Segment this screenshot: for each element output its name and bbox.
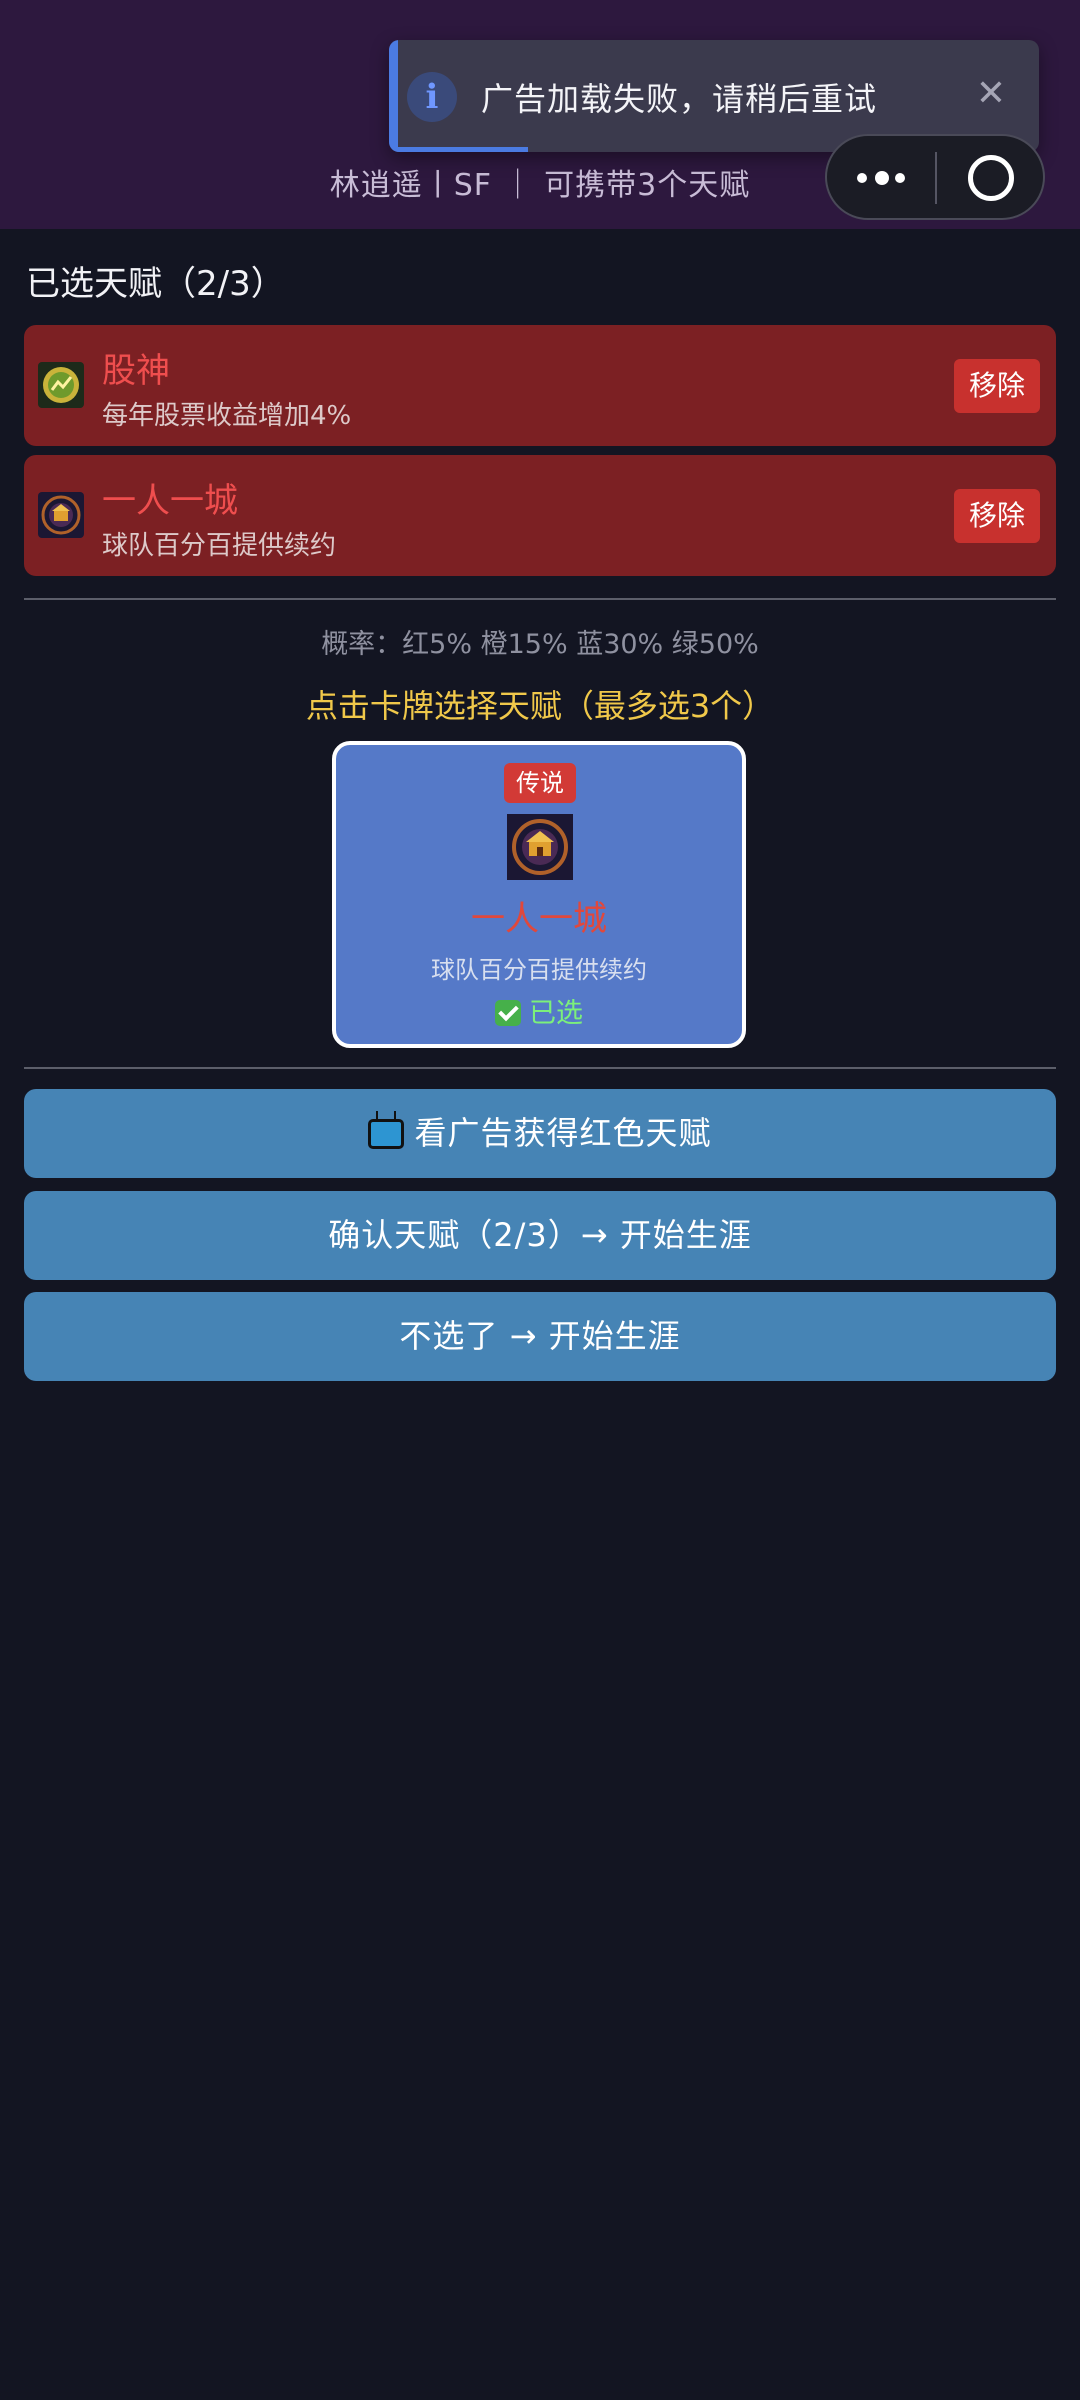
mini-program-capsule xyxy=(825,134,1045,220)
more-options-icon[interactable] xyxy=(827,136,935,218)
choice-talent-name: 一人一城 xyxy=(471,899,607,939)
check-icon xyxy=(495,1000,521,1026)
probability-text: 概率：红5% 橙15% 蓝30% 绿50% xyxy=(321,629,759,660)
selected-status: 已选 xyxy=(336,991,742,1030)
toast-message: 广告加载失败，请稍后重试 xyxy=(481,80,878,118)
remove-button[interactable]: 移除 xyxy=(954,359,1040,413)
selected-talent-card: 一人一城 球队百分百提供续约 移除 xyxy=(24,455,1056,576)
selected-label: 已选 xyxy=(529,998,583,1029)
selected-talent-card: 股神 每年股票收益增加4% 移除 xyxy=(24,325,1056,446)
tv-icon xyxy=(368,1119,405,1149)
choice-talent-description: 球队百分百提供续约 xyxy=(431,956,647,984)
section-divider xyxy=(24,1067,1056,1069)
toast-progress-bar xyxy=(398,147,528,152)
stock-god-icon xyxy=(38,362,84,408)
one-city-icon xyxy=(507,814,573,880)
talent-description: 每年股票收益增加4% xyxy=(102,401,352,431)
skip-selection-button[interactable]: 不选了 → 开始生涯 xyxy=(24,1292,1056,1381)
watch-ad-label: 看广告获得红色天赋 xyxy=(414,1114,712,1152)
section-divider xyxy=(24,598,1056,600)
pick-hint: 点击卡牌选择天赋（最多选3个） xyxy=(305,687,775,725)
talent-name: 股神 xyxy=(102,351,170,391)
info-icon: i xyxy=(407,72,457,122)
toast-accent-bar xyxy=(389,40,398,152)
talent-choice-card[interactable]: 传说 一人一城 球队百分百提供续约 已选 xyxy=(332,741,746,1048)
close-icon[interactable]: ✕ xyxy=(971,68,1011,120)
exit-mini-program-icon[interactable] xyxy=(937,136,1045,218)
talent-description: 球队百分百提供续约 xyxy=(102,531,337,561)
selected-talents-title: 已选天赋（2/3） xyxy=(26,264,285,304)
remove-button[interactable]: 移除 xyxy=(954,489,1040,543)
rarity-badge: 传说 xyxy=(504,763,576,803)
one-city-icon xyxy=(38,492,84,538)
talent-name: 一人一城 xyxy=(102,481,238,521)
watch-ad-button[interactable]: 看广告获得红色天赋 xyxy=(24,1089,1056,1178)
confirm-talents-button[interactable]: 确认天赋（2/3）→ 开始生涯 xyxy=(24,1191,1056,1280)
